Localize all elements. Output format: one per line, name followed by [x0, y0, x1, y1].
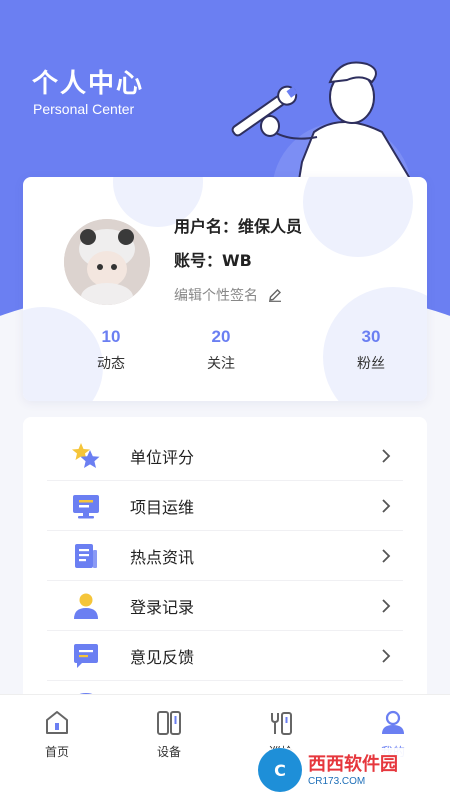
stat-following[interactable]: 20 关注: [191, 327, 251, 373]
message-icon: [71, 641, 101, 671]
tab-label: 设备: [156, 745, 181, 759]
stat-value: 30: [361, 327, 381, 346]
stat-value: 20: [211, 327, 231, 346]
stat-posts[interactable]: 10 动态: [81, 327, 141, 373]
tab-device[interactable]: 设备: [134, 709, 204, 760]
chevron-right-icon: [382, 548, 391, 563]
menu-item-label: 登录记录: [130, 597, 195, 617]
stat-label: 动态: [97, 356, 125, 372]
signature-text: 编辑个性签名: [174, 288, 258, 304]
profile-card: 用户名：维保人员 账号：WB 编辑个性签名 10 动态 20 关注 30 粉丝: [23, 177, 427, 401]
stat-followers[interactable]: 30 粉丝: [341, 327, 401, 373]
tab-label: 首页: [44, 745, 69, 759]
edit-signature[interactable]: 编辑个性签名: [174, 285, 302, 305]
menu-list: 单位评分 项目运维 热点资讯 登录记录 意见反馈: [23, 417, 427, 717]
menu-item-label: 意见反馈: [130, 647, 195, 667]
watermark-sub: CR173.COM: [308, 775, 366, 787]
home-icon: [46, 711, 68, 734]
menu-item-label: 热点资讯: [130, 547, 195, 567]
star-icon: [71, 441, 101, 471]
menu-item-label: 单位评分: [130, 447, 195, 467]
inspection-icon: [271, 712, 292, 735]
page-title: 个人中心: [32, 69, 145, 99]
menu-item-unit-rating[interactable]: 单位评分: [47, 431, 403, 481]
user-icon: [71, 591, 101, 621]
decor-circle: [303, 177, 413, 257]
tab-home[interactable]: 首页: [22, 709, 92, 760]
watermark-badge: C: [258, 748, 302, 792]
news-icon: [71, 541, 101, 571]
chevron-right-icon: [382, 648, 391, 663]
watermark-text: 西西软件园 CR173.COM: [308, 754, 398, 787]
username-label: 用户名：维保人员: [174, 217, 303, 236]
pencil-icon: [269, 289, 281, 302]
watermark-main: 西西软件园: [308, 753, 398, 775]
account-label: 账号：WB: [174, 251, 252, 270]
profile-info: 用户名：维保人员 账号：WB 编辑个性签名: [174, 215, 302, 305]
chevron-right-icon: [382, 498, 391, 513]
avatar[interactable]: [64, 219, 150, 305]
stat-label: 关注: [207, 356, 235, 372]
avatar-image: [64, 219, 150, 305]
menu-item-hot-news[interactable]: 热点资讯: [47, 531, 403, 581]
watermark-logo: C 西西软件园 CR173.COM: [258, 748, 438, 792]
device-icon: [157, 711, 181, 735]
chevron-right-icon: [382, 598, 391, 613]
menu-item-login-records[interactable]: 登录记录: [47, 581, 403, 631]
stats-row: 10 动态 20 关注 30 粉丝: [23, 327, 427, 373]
menu-item-label: 项目运维: [130, 497, 195, 517]
stat-label: 粉丝: [357, 356, 385, 372]
menu-item-project-ops[interactable]: 项目运维: [47, 481, 403, 531]
stat-value: 10: [101, 327, 121, 346]
profile-icon: [382, 710, 404, 734]
chevron-right-icon: [382, 448, 391, 463]
monitor-icon: [71, 491, 101, 521]
menu-item-feedback[interactable]: 意见反馈: [47, 631, 403, 681]
page-subtitle: Personal Center: [33, 101, 135, 117]
